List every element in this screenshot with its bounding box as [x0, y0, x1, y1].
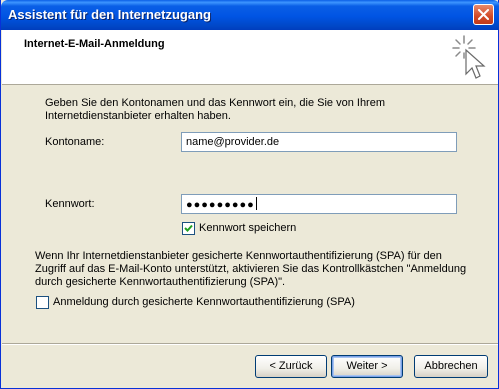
- wizard-star-cursor-icon: [452, 35, 486, 79]
- page-title: Internet-E-Mail-Anmeldung: [24, 38, 165, 50]
- account-name-field[interactable]: name@provider.de: [181, 132, 457, 152]
- next-button[interactable]: Weiter >: [331, 355, 403, 378]
- window-title: Assistent für den Internetzugang: [8, 7, 211, 22]
- title-bar[interactable]: Assistent für den Internetzugang: [1, 0, 499, 30]
- cancel-button[interactable]: Abbrechen: [414, 355, 488, 378]
- save-password-checkbox[interactable]: [182, 222, 195, 235]
- wizard-header: Internet-E-Mail-Anmeldung: [2, 30, 498, 85]
- password-field[interactable]: ●●●●●●●●●: [181, 194, 457, 214]
- spa-checkbox-label[interactable]: Anmeldung durch gesicherte Kennwortauthe…: [53, 296, 355, 308]
- wizard-window: Assistent für den Internetzugang Interne…: [0, 0, 499, 389]
- checkmark-icon: [184, 224, 193, 232]
- password-value: ●●●●●●●●●: [186, 199, 255, 211]
- spa-checkbox[interactable]: [36, 296, 49, 309]
- back-button[interactable]: < Zurück: [255, 355, 327, 378]
- close-button[interactable]: [473, 4, 494, 25]
- password-label: Kennwort:: [45, 198, 95, 210]
- intro-text: Geben Sie den Kontonamen und das Kennwor…: [45, 97, 386, 122]
- button-separator: [2, 343, 498, 345]
- spa-description: Wenn Ihr Internetdienstanbieter gesicher…: [35, 250, 467, 288]
- save-password-label[interactable]: Kennwort speichern: [199, 222, 296, 234]
- account-name-label: Kontoname:: [45, 136, 105, 148]
- account-name-value: name@provider.de: [186, 136, 280, 148]
- text-caret: [255, 197, 257, 210]
- close-icon: [478, 9, 489, 20]
